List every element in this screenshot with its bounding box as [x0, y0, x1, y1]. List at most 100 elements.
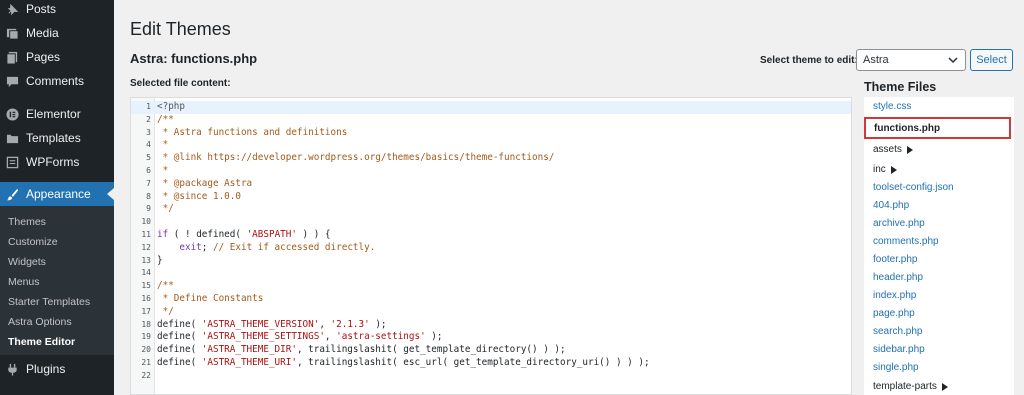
- submenu-starter-templates[interactable]: Starter Templates: [8, 296, 90, 308]
- file-title: Astra: functions.php: [130, 51, 258, 66]
- code-line: 13}: [131, 255, 851, 268]
- line-number: 17: [141, 306, 151, 316]
- file-toolset-config[interactable]: toolset-config.json: [873, 182, 954, 193]
- file-index-php[interactable]: index.php: [873, 290, 916, 301]
- code-line: 6 *: [131, 165, 851, 178]
- file-search-php[interactable]: search.php: [873, 326, 922, 337]
- file-archive-php[interactable]: archive.php: [873, 218, 925, 229]
- menu-templates[interactable]: Templates: [0, 126, 114, 150]
- menu-wpforms[interactable]: WPForms: [0, 150, 114, 174]
- code-text: */: [157, 305, 174, 317]
- code-text: /**: [157, 113, 174, 125]
- code-line: 10: [131, 216, 851, 229]
- code-line: 20 define( 'ASTRA_THEME_DIR', trailingsla…: [131, 344, 851, 357]
- submenu-theme-editor[interactable]: Theme Editor: [8, 336, 75, 348]
- file-footer-php[interactable]: footer.php: [873, 254, 917, 265]
- code-text: }: [157, 254, 163, 266]
- line-number: 6: [146, 165, 151, 175]
- line-number: 14: [141, 268, 151, 278]
- file-sidebar-php[interactable]: sidebar.php: [873, 344, 925, 355]
- line-number: 16: [141, 293, 151, 303]
- menu-pages[interactable]: Pages: [0, 45, 114, 69]
- code-line: 22: [131, 370, 851, 383]
- theme-files-heading: Theme Files: [864, 80, 937, 94]
- chevron-down-icon: [948, 57, 958, 64]
- file-header-php[interactable]: header.php: [873, 272, 923, 283]
- file-comments-php[interactable]: comments.php: [873, 236, 939, 247]
- plugin-icon: [8, 363, 17, 376]
- menu-comments-label: Comments: [26, 74, 85, 88]
- line-number: 7: [146, 178, 151, 188]
- menu-pages-label: Pages: [26, 50, 61, 64]
- line-number: 4: [146, 140, 151, 150]
- file-style-css[interactable]: style.css: [873, 101, 911, 112]
- line-number: 2: [146, 114, 151, 124]
- code-line: 15 /**: [131, 280, 851, 293]
- line-number: 11: [141, 229, 151, 239]
- file-single-php[interactable]: single.php: [873, 362, 919, 373]
- caret-right-icon: [941, 382, 948, 391]
- line-number: 22: [141, 370, 151, 380]
- code-line: 7 * @package Astra: [131, 178, 851, 191]
- menu-posts-label: Posts: [26, 2, 57, 16]
- theme-select[interactable]: Astra: [856, 49, 966, 71]
- code-line: 18 define( 'ASTRA_THEME_VERSION', '2.1.3'…: [131, 319, 851, 332]
- comments-icon: [6, 76, 19, 87]
- select-theme-button[interactable]: Select: [970, 49, 1013, 71]
- paintbrush-icon: [6, 188, 19, 200]
- file-page-php[interactable]: page.php: [873, 308, 915, 319]
- code-text: *: [157, 139, 169, 151]
- submenu-customize[interactable]: Customize: [8, 236, 58, 248]
- code-text: *: [157, 164, 169, 176]
- menu-elementor[interactable]: Elementor: [0, 102, 114, 126]
- code-editor[interactable]: 1 <?php 2 /** 3 * Astra functions and defini…: [130, 97, 852, 395]
- line-number: 9: [146, 204, 151, 214]
- forms-icon: [6, 156, 19, 168]
- code-line: 19 define( 'ASTRA_THEME_SETTINGS', 'astra…: [131, 331, 851, 344]
- code-text: */: [157, 203, 174, 215]
- menu-comments[interactable]: Comments: [0, 69, 114, 93]
- menu-plugins[interactable]: Plugins: [0, 357, 114, 381]
- code-line: 1 <?php: [131, 101, 851, 114]
- code-line: 14: [131, 267, 851, 280]
- submenu-themes[interactable]: Themes: [8, 216, 46, 228]
- menu-appearance-label: Appearance: [26, 187, 91, 201]
- caret-right-icon: [906, 145, 913, 154]
- line-number: 10: [141, 217, 151, 227]
- line-number: 12: [141, 242, 151, 252]
- menu-media-label: Media: [26, 26, 59, 40]
- theme-select-value: Astra: [863, 54, 889, 66]
- code-line: 9 */: [131, 203, 851, 216]
- code-text: exit; // Exit if accessed directly.: [179, 241, 376, 253]
- file-functions-php[interactable]: functions.php: [864, 117, 1011, 139]
- folder-assets[interactable]: assets: [873, 144, 913, 155]
- file-404-php[interactable]: 404.php: [873, 200, 909, 211]
- menu-wpforms-label: WPForms: [26, 155, 80, 169]
- submenu-widgets[interactable]: Widgets: [8, 256, 46, 268]
- submenu-menus[interactable]: Menus: [8, 276, 40, 288]
- line-number: 1: [146, 102, 151, 111]
- appearance-submenu: Themes Customize Widgets Menus Starter T…: [0, 206, 114, 355]
- page-title: Edit Themes: [130, 19, 231, 39]
- menu-appearance[interactable]: Appearance: [0, 182, 114, 206]
- code-text: define( 'ASTRA_THEME_URI', trailingslash…: [157, 356, 650, 368]
- menu-media[interactable]: Media: [0, 21, 114, 45]
- admin-sidebar: Posts Media Pages Comments Elementor Tem…: [0, 0, 114, 395]
- code-line: 5 * @link https://developer.wordpress.or…: [131, 152, 851, 165]
- line-number: 21: [141, 357, 151, 367]
- line-number: 20: [141, 345, 151, 355]
- submenu-astra-options[interactable]: Astra Options: [8, 316, 72, 328]
- folder-inc[interactable]: inc: [873, 164, 897, 175]
- folder-assets-label: assets: [873, 144, 902, 155]
- folder-template-parts[interactable]: template-parts: [873, 381, 948, 392]
- folder-inc-label: inc: [873, 164, 886, 175]
- media-icon: [6, 28, 19, 40]
- code-text: if ( ! defined( 'ABSPATH' ) ) {: [157, 228, 331, 240]
- menu-posts[interactable]: Posts: [0, 0, 114, 21]
- line-number: 5: [146, 153, 151, 163]
- code-text: define( 'ASTRA_THEME_SETTINGS', 'astra-s…: [157, 331, 443, 343]
- code-text: <?php: [157, 101, 185, 112]
- folder-template-parts-label: template-parts: [873, 381, 937, 392]
